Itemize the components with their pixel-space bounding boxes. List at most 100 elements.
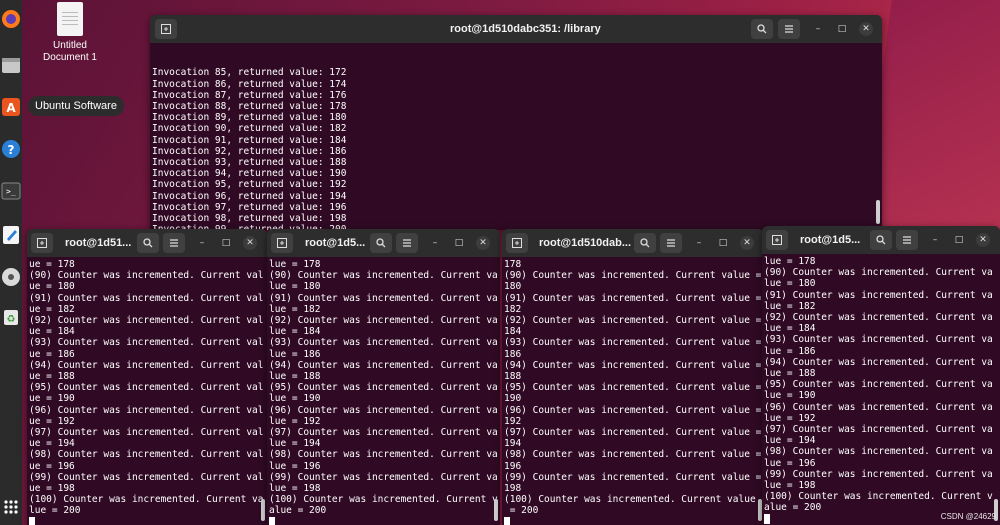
search-button[interactable]	[751, 19, 773, 39]
disc-icon[interactable]	[0, 262, 22, 292]
minimize-icon: –	[932, 235, 938, 245]
maximize-button[interactable]: □	[952, 233, 966, 247]
cursor	[764, 513, 770, 524]
svg-text:>_: >_	[6, 187, 16, 196]
new-tab-button[interactable]	[766, 230, 788, 250]
terminal-titlebar[interactable]: root@1d5... – □ ✕	[762, 226, 1000, 254]
output-line: (96) Counter was incremented. Current va	[269, 404, 498, 416]
main-terminal-titlebar[interactable]: root@1d510dabc351: /library – □ ✕	[150, 15, 882, 43]
scrollbar[interactable]	[261, 499, 265, 521]
menu-button[interactable]	[163, 233, 185, 253]
desktop-file-icon[interactable]: Untitled Document 1	[40, 2, 100, 64]
close-button[interactable]: ✕	[243, 236, 257, 250]
terminal-titlebar[interactable]: root@1d5... – □ ✕	[267, 229, 500, 257]
menu-button[interactable]	[896, 230, 918, 250]
close-button[interactable]: ✕	[740, 236, 754, 250]
maximize-button[interactable]: □	[716, 236, 730, 250]
maximize-button[interactable]: □	[835, 22, 849, 36]
output-line: alue = 200	[269, 505, 327, 517]
output-line: (98) Counter was incremented. Current va…	[29, 449, 264, 461]
terminal-output[interactable]: ue = 178 (90) Counter was incremented. Cu…	[27, 257, 267, 525]
output-line: ue = 186	[29, 348, 75, 360]
terminal-output[interactable]: 178 (90) Counter was incremented. Current…	[502, 257, 764, 525]
watermark: CSDN @24629	[940, 512, 996, 521]
minimize-icon: –	[696, 238, 702, 248]
output-line: (95) Counter was incremented. Current va	[764, 379, 993, 391]
output-line: (90) Counter was incremented. Current va	[269, 270, 498, 282]
search-button[interactable]	[634, 233, 656, 253]
maximize-icon: □	[454, 238, 464, 248]
output-line: lue = 198	[269, 483, 321, 495]
terminal-icon[interactable]: >_	[0, 176, 22, 206]
output-line: Invocation 94, returned value: 190	[152, 168, 347, 180]
scrollbar[interactable]	[494, 499, 498, 521]
terminal-output[interactable]: lue = 178 (90) Counter was incremented. C…	[762, 254, 1000, 525]
output-line: lue = 184	[764, 323, 816, 335]
output-line: lue = 186	[764, 345, 816, 357]
terminal-output[interactable]: lue = 178 (90) Counter was incremented. C…	[267, 257, 500, 525]
output-line: (99) Counter was incremented. Current va	[764, 468, 993, 480]
prompt-line	[504, 516, 764, 525]
terminal-window-3[interactable]: root@1d510dab... – □ ✕ 178 (90) Counter w…	[502, 229, 764, 525]
scrollbar[interactable]	[876, 200, 880, 224]
output-line: 192	[504, 415, 522, 427]
output-line: (93) Counter was incremented. Current va…	[504, 337, 762, 349]
firefox-icon[interactable]	[0, 4, 22, 34]
maximize-button[interactable]: □	[219, 236, 233, 250]
minimize-icon: –	[432, 238, 438, 248]
search-button[interactable]	[137, 233, 159, 253]
output-line: (95) Counter was incremented. Current va…	[29, 382, 264, 394]
new-tab-button[interactable]	[506, 233, 528, 253]
output-line: lue = 178	[269, 259, 321, 270]
output-line: (97) Counter was incremented. Current va…	[504, 427, 762, 439]
close-button[interactable]: ✕	[859, 22, 873, 36]
output-line: lue = 190	[269, 393, 321, 405]
minimize-button[interactable]: –	[928, 233, 942, 247]
dock: A ? >_ ♻	[0, 0, 22, 525]
new-tab-button[interactable]	[31, 233, 53, 253]
output-line: (96) Counter was incremented. Current va…	[504, 404, 762, 416]
output-line: Invocation 91, returned value: 184	[152, 134, 347, 146]
minimize-button[interactable]: –	[811, 22, 825, 36]
minimize-button[interactable]: –	[428, 236, 442, 250]
new-tab-button[interactable]	[155, 19, 177, 39]
terminal-window-1[interactable]: root@1d51... – □ ✕ ue = 178 (90) Counter …	[27, 229, 267, 525]
output-line: = 200	[504, 505, 539, 517]
menu-button[interactable]	[660, 233, 682, 253]
hamburger-icon	[785, 25, 793, 33]
trash-icon[interactable]: ♻	[0, 302, 22, 332]
new-tab-icon	[277, 238, 287, 248]
minimize-button[interactable]: –	[692, 236, 706, 250]
terminal-window-2[interactable]: root@1d5... – □ ✕ lue = 178 (90) Counter …	[267, 229, 500, 525]
output-line: (96) Counter was incremented. Current va	[764, 401, 993, 413]
close-button[interactable]: ✕	[976, 233, 990, 247]
output-line: lue = 182	[269, 303, 321, 315]
text-editor-icon[interactable]	[0, 220, 22, 250]
terminal-output[interactable]: Invocation 85, returned value: 172 Invoca…	[150, 43, 882, 230]
menu-button[interactable]	[778, 19, 800, 39]
output-line: (98) Counter was incremented. Current va	[269, 449, 498, 461]
output-line: (100) Counter was incremented. Current v	[269, 494, 498, 506]
maximize-button[interactable]: □	[452, 236, 466, 250]
new-tab-button[interactable]	[271, 233, 293, 253]
search-button[interactable]	[370, 233, 392, 253]
output-line: lue = 184	[269, 326, 321, 338]
main-terminal-window[interactable]: root@1d510dabc351: /library – □ ✕ Invoca…	[150, 15, 882, 230]
terminal-window-4[interactable]: root@1d5... – □ ✕ lue = 178 (90) Counter …	[762, 226, 1000, 525]
search-button[interactable]	[870, 230, 892, 250]
output-line: 198	[504, 483, 522, 495]
close-button[interactable]: ✕	[476, 236, 490, 250]
apps-grid-icon[interactable]	[0, 492, 22, 522]
files-icon[interactable]	[0, 50, 22, 80]
output-line: ue = 192	[29, 415, 75, 427]
minimize-button[interactable]: –	[195, 236, 209, 250]
output-line: (99) Counter was incremented. Current va…	[504, 471, 762, 483]
help-icon[interactable]: ?	[0, 134, 22, 164]
menu-button[interactable]	[396, 233, 418, 253]
terminal-titlebar[interactable]: root@1d510dab... – □ ✕	[502, 229, 764, 257]
search-icon	[143, 238, 153, 248]
output-line: (97) Counter was incremented. Current va…	[29, 427, 264, 439]
maximize-icon: □	[221, 238, 231, 248]
terminal-titlebar[interactable]: root@1d51... – □ ✕	[27, 229, 267, 257]
software-icon[interactable]: A	[0, 92, 22, 122]
